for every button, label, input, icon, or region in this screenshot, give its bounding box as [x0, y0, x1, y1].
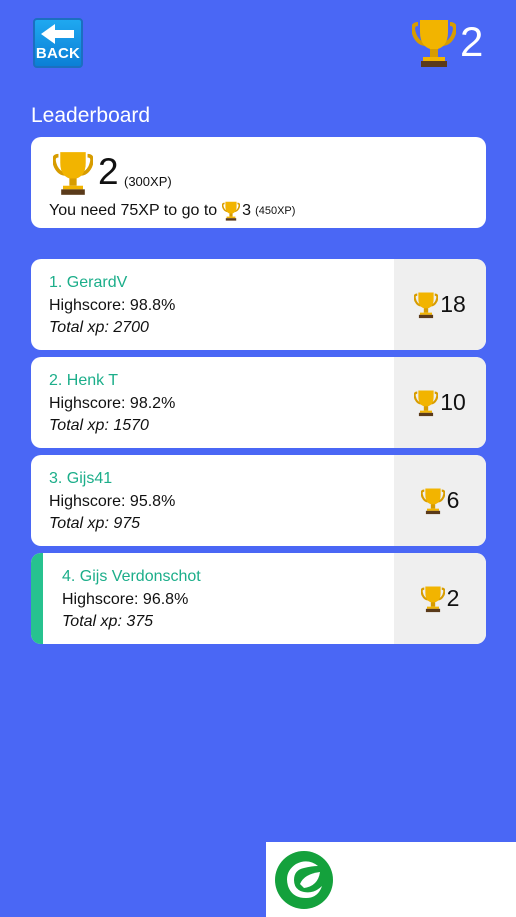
- trophy-icon: [414, 291, 439, 318]
- player-name: 4. Gijs Verdonschot: [62, 568, 201, 585]
- trophy-icon: [222, 201, 241, 221]
- player-name: 1. GerardV: [49, 274, 128, 291]
- next-level-info: You need 75XP to go to 3 (450XP): [49, 201, 295, 221]
- player-highscore: Highscore: 98.2%: [49, 395, 176, 412]
- player-trophy-box: 2: [394, 553, 486, 644]
- trophy-icon: [414, 389, 439, 416]
- trophy-icon: [53, 152, 93, 195]
- leaderboard-row-current-user[interactable]: 4. Gijs Verdonschot Highscore: 96.8% Tot…: [31, 553, 486, 644]
- player-trophies: 6: [446, 487, 460, 513]
- trophy-count: 2: [460, 18, 484, 65]
- current-xp: (300XP): [124, 174, 172, 189]
- player-trophy-box: 6: [394, 455, 486, 546]
- current-level: 2: [98, 151, 119, 192]
- player-trophy-box: 10: [394, 357, 486, 448]
- current-user-indicator: [31, 553, 43, 644]
- player-highscore: Highscore: 96.8%: [62, 591, 189, 608]
- next-level-xp: (450XP): [255, 205, 296, 217]
- leaderboard-row[interactable]: 3. Gijs41 Highscore: 95.8% Total xp: 975…: [31, 455, 486, 546]
- back-arrow-icon: [41, 24, 74, 44]
- trophy-icon: [420, 585, 445, 612]
- player-highscore: Highscore: 95.8%: [49, 493, 176, 510]
- player-trophies: 18: [440, 291, 466, 317]
- leaf-logo: [275, 851, 333, 909]
- level-summary-card: 2 (300XP) You need 75XP to go to 3 (450X…: [31, 137, 486, 228]
- back-button[interactable]: BACK: [33, 18, 83, 68]
- leaderboard-row[interactable]: 2. Henk T Highscore: 98.2% Total xp: 157…: [31, 357, 486, 448]
- back-label: BACK: [35, 45, 81, 62]
- next-level: 3: [242, 202, 252, 219]
- player-total-xp: Total xp: 2700: [49, 319, 149, 336]
- player-total-xp: Total xp: 375: [62, 613, 154, 630]
- need-text: You need 75XP to go to: [49, 202, 218, 219]
- leaderboard-row[interactable]: 1. GerardV Highscore: 98.8% Total xp: 27…: [31, 259, 486, 350]
- trophy-icon: [412, 20, 456, 67]
- player-highscore: Highscore: 98.8%: [49, 297, 176, 314]
- player-name: 3. Gijs41: [49, 470, 113, 487]
- logo-area: [266, 842, 516, 917]
- player-name: 2. Henk T: [49, 372, 119, 389]
- player-total-xp: Total xp: 1570: [49, 417, 149, 434]
- trophy-icon: [420, 487, 445, 514]
- player-trophy-box: 18: [394, 259, 486, 350]
- player-trophies: 10: [440, 389, 466, 415]
- page-title: Leaderboard: [31, 104, 151, 127]
- player-trophies: 2: [446, 585, 460, 611]
- player-total-xp: Total xp: 975: [49, 515, 141, 532]
